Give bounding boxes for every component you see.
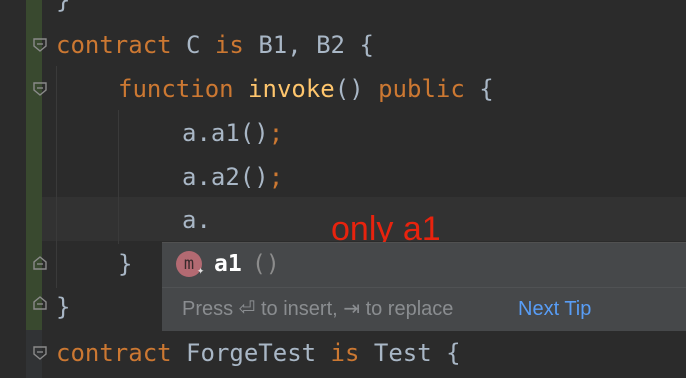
fold-close-icon[interactable] xyxy=(33,256,47,270)
contract-name: ForgeTest xyxy=(186,339,317,367)
keyword: is xyxy=(214,31,244,59)
modifier: public xyxy=(378,75,465,103)
keyword: contract xyxy=(56,339,172,367)
completion-popup[interactable]: m ✦ a1 () Press ⏎ to insert, ⇥ to replac… xyxy=(162,242,686,331)
brace: } xyxy=(56,0,71,14)
lock-icon: ✦ xyxy=(197,263,205,277)
completion-hint: Press ⏎ to insert, ⇥ to replace xyxy=(182,298,454,320)
function-name: invoke xyxy=(248,75,335,103)
code-line-contract-c[interactable]: contract C is B1, B2 { xyxy=(56,23,374,67)
call-expression: a.a1() xyxy=(182,119,269,147)
fold-open-icon[interactable] xyxy=(33,82,47,96)
contract-name: C xyxy=(186,31,201,59)
call-expression: a.a2() xyxy=(182,163,269,191)
semicolon: ; xyxy=(268,163,284,191)
fold-open-icon[interactable] xyxy=(33,346,47,360)
partial-expression: a. xyxy=(182,206,211,234)
brace: { xyxy=(479,75,494,103)
code-line-top-brace[interactable]: } xyxy=(56,0,70,22)
indent-guide xyxy=(118,110,119,244)
completion-item[interactable]: m ✦ a1 () xyxy=(162,243,686,285)
code-line-close-function[interactable]: } xyxy=(118,242,132,286)
code-line-call-a1[interactable]: a.a1(); xyxy=(182,111,283,155)
next-tip-link[interactable]: Next Tip xyxy=(518,291,591,327)
fold-open-icon[interactable] xyxy=(33,38,47,52)
keyword: contract xyxy=(56,31,172,59)
indent-guide xyxy=(56,66,57,288)
brace: { xyxy=(359,31,374,59)
code-line-function-invoke[interactable]: function invoke() public { xyxy=(118,67,494,111)
completion-item-params: () xyxy=(252,251,280,277)
completion-item-name: a1 xyxy=(214,251,242,277)
code-line-close-contract[interactable]: } xyxy=(56,285,70,329)
brace: } xyxy=(118,250,133,278)
fold-close-icon[interactable] xyxy=(33,296,47,310)
base-contract: Test xyxy=(373,339,432,367)
keyword: function xyxy=(118,75,234,103)
brace: } xyxy=(56,293,71,321)
code-line-contract-forgetest[interactable]: contract ForgeTest is Test { xyxy=(56,331,461,375)
brace: { xyxy=(446,339,461,367)
base-contracts: B1, B2 xyxy=(258,31,346,59)
code-line-call-a2[interactable]: a.a2(); xyxy=(182,155,283,199)
code-line-typing[interactable]: a. xyxy=(182,198,211,242)
parens: () xyxy=(334,75,364,103)
popup-divider xyxy=(162,287,686,288)
keyword: is xyxy=(330,339,360,367)
semicolon: ; xyxy=(268,119,284,147)
